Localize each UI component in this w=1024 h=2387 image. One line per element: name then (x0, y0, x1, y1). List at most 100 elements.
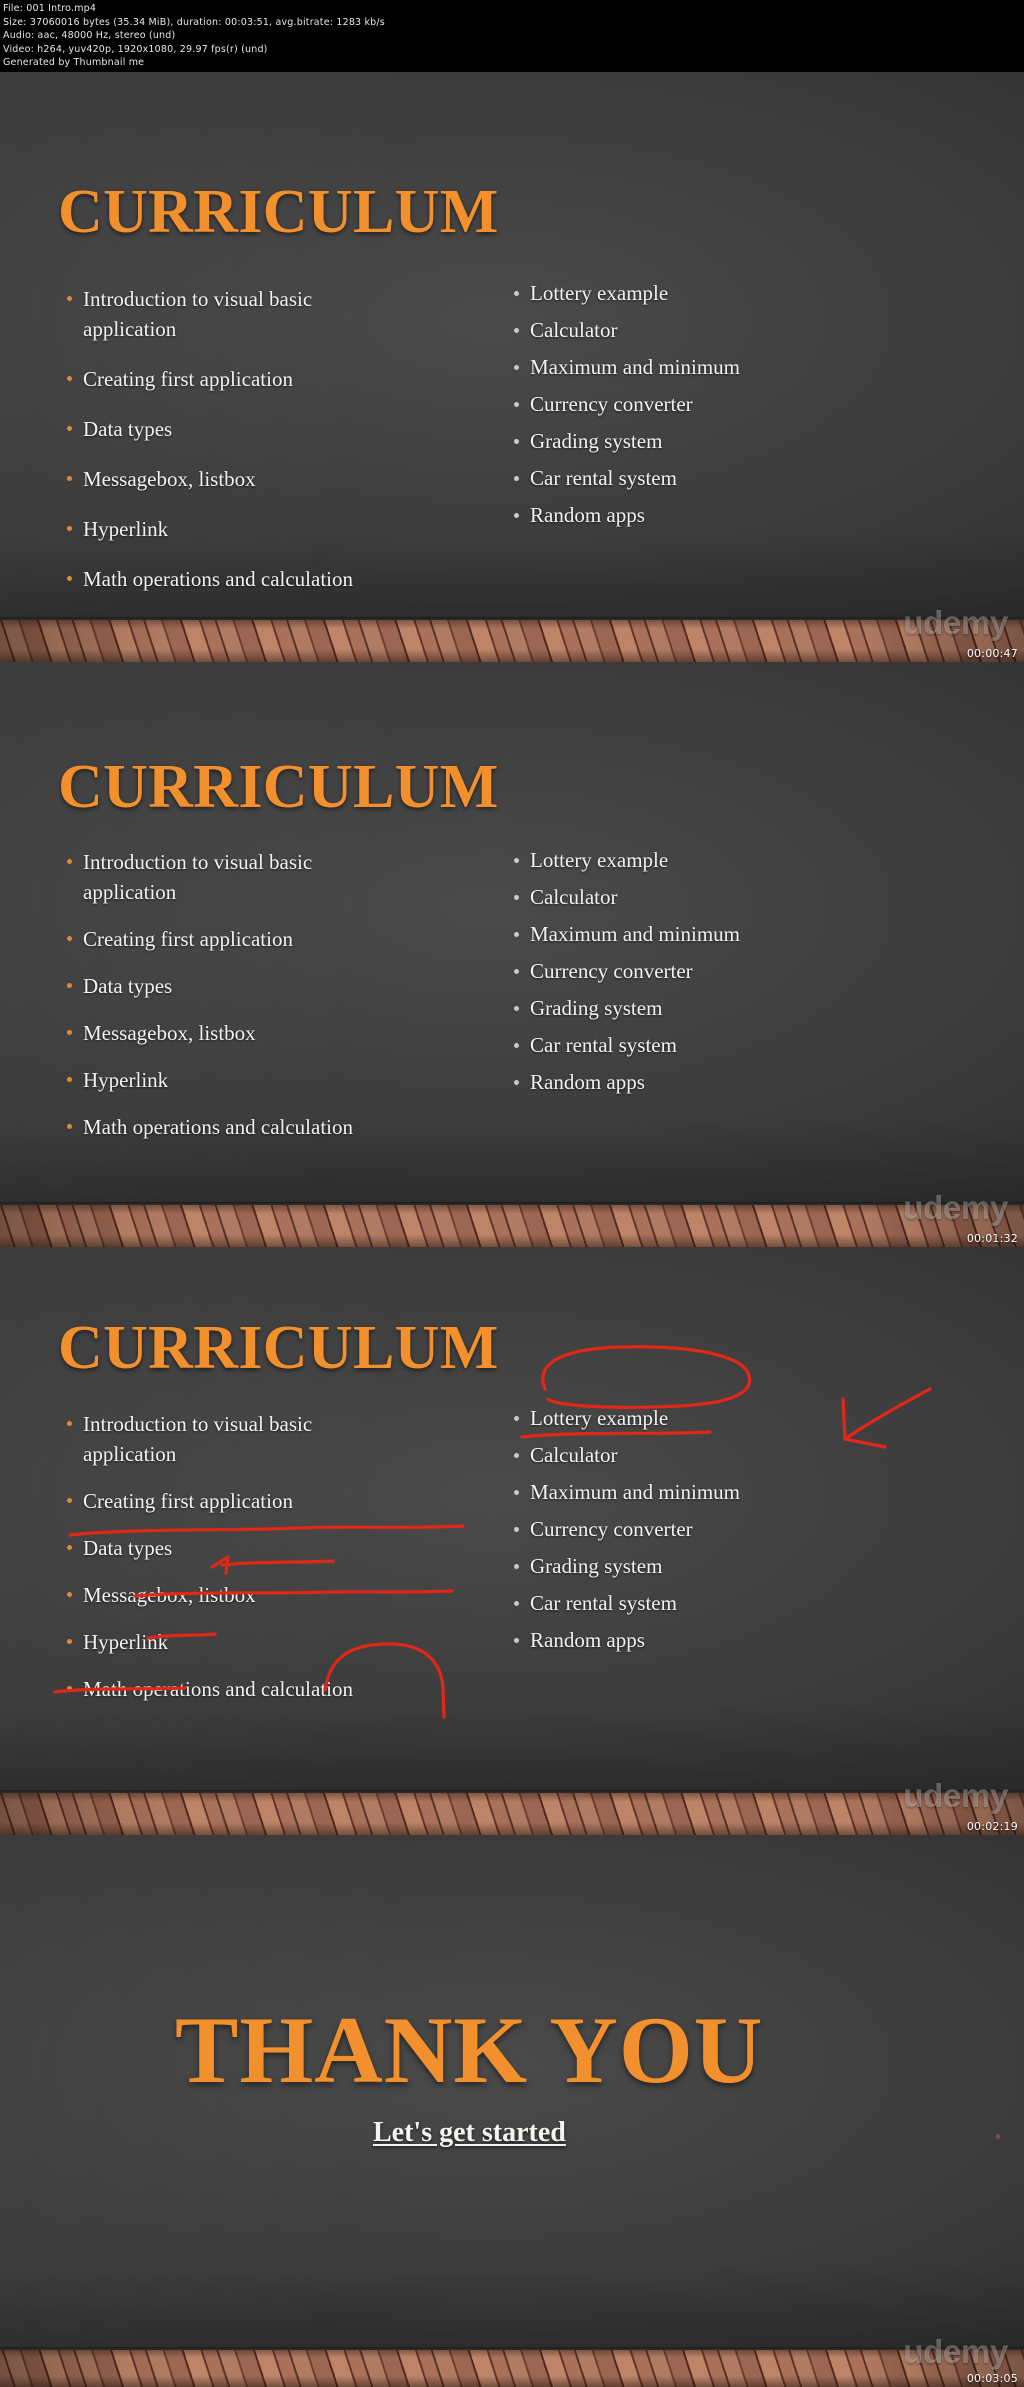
list-item-label: Lottery example (530, 281, 669, 305)
curriculum-right-column: Lottery example Calculator Maximum and m… (512, 1405, 932, 1654)
bullet-dot-icon (514, 328, 519, 333)
list-item-label: Random apps (530, 1628, 645, 1652)
curriculum-left-column: Introduction to visual basic application… (65, 847, 465, 1142)
metadata-line-size: Size: 37060016 bytes (35.34 MiB), durati… (3, 16, 385, 28)
timestamp-badge: 00:00:47 (966, 647, 1018, 660)
list-item-label: Car rental system (530, 1033, 677, 1057)
list-item-label: Math operations and calculation (83, 1677, 353, 1701)
video-metadata-header: File: 001 Intro.mp4 Size: 37060016 bytes… (0, 0, 1024, 72)
bullet-dot-icon (514, 476, 519, 481)
curriculum-left-column: Introduction to visual basic application… (65, 284, 465, 594)
thumbnail-sheet: File: 001 Intro.mp4 Size: 37060016 bytes… (0, 0, 1024, 2387)
list-item: Messagebox, listbox (65, 1018, 465, 1048)
list-item: Creating first application (65, 364, 465, 394)
list-item: Random apps (512, 1627, 932, 1654)
bullet-dot-icon (514, 1006, 519, 1011)
list-item-label: Car rental system (530, 1591, 677, 1615)
metadata-line-audio: Audio: aac, 48000 Hz, stereo (und) (3, 30, 176, 42)
bullet-dot-icon (67, 526, 72, 531)
list-item: Calculator (512, 317, 932, 344)
list-item: Messagebox, listbox (65, 464, 465, 494)
bullet-dot-icon (514, 1601, 519, 1606)
list-item-label: Lottery example (530, 848, 669, 872)
bullet-dot-icon (514, 1564, 519, 1569)
wood-floor-strip (0, 1202, 1024, 1247)
list-item: Hyperlink (65, 514, 465, 544)
bullet-dot-icon (67, 1421, 72, 1426)
slide-thumbnail-2[interactable]: CURRICULUM Introduction to visual basic … (0, 662, 1024, 1247)
list-item-label: Maximum and minimum (530, 1480, 740, 1504)
list-item: Maximum and minimum (512, 1479, 932, 1506)
list-item-label: Messagebox, listbox (83, 467, 256, 491)
list-item: Data types (65, 414, 465, 444)
bullet-dot-icon (67, 1124, 72, 1129)
metadata-line-video: Video: h264, yuv420p, 1920x1080, 29.97 f… (3, 43, 268, 55)
list-item-label: Calculator (530, 1443, 618, 1467)
list-item: Grading system (512, 1553, 932, 1580)
list-item-label: Messagebox, listbox (83, 1021, 256, 1045)
bullet-dot-icon (514, 1453, 519, 1458)
list-item-label: Currency converter (530, 1517, 693, 1541)
list-item: Hyperlink (65, 1627, 465, 1657)
list-item: Introduction to visual basic application (65, 284, 405, 344)
list-item-label: Introduction to visual basic application (83, 850, 313, 904)
wood-floor-strip (0, 2347, 1024, 2387)
list-item: Lottery example (512, 847, 932, 874)
wood-floor-strip (0, 617, 1024, 662)
bullet-dot-icon (514, 969, 519, 974)
slide-thumbnail-3[interactable]: CURRICULUM Introduction to visual basic … (0, 1247, 1024, 1835)
list-item-label: Creating first application (83, 1489, 293, 1513)
bullet-dot-icon (67, 936, 72, 941)
bullet-dot-icon (67, 1077, 72, 1082)
bullet-dot-icon (67, 296, 72, 301)
list-item: Introduction to visual basic application (65, 847, 405, 907)
udemy-watermark: udemy (903, 1777, 1008, 1814)
bullet-dot-icon (514, 1043, 519, 1048)
bullet-dot-icon (67, 476, 72, 481)
floor-edge (0, 2347, 1024, 2350)
udemy-watermark: udemy (903, 604, 1008, 641)
slide-title: CURRICULUM (58, 1314, 499, 1382)
list-item: Creating first application (65, 924, 465, 954)
list-item: Random apps (512, 1069, 932, 1096)
list-item: Math operations and calculation (65, 1112, 465, 1142)
list-item-label: Currency converter (530, 392, 693, 416)
bullet-dot-icon (514, 1490, 519, 1495)
list-item-label: Introduction to visual basic application (83, 287, 313, 341)
bullet-dot-icon (514, 1527, 519, 1532)
list-item: Math operations and calculation (65, 1674, 465, 1704)
list-item: Currency converter (512, 1516, 932, 1543)
thank-you-subtitle: Let's get started (373, 2117, 566, 2148)
bullet-dot-icon (514, 1080, 519, 1085)
list-item-label: Hyperlink (83, 1630, 169, 1654)
slide-background (0, 1835, 1024, 2387)
list-item: Car rental system (512, 1590, 932, 1617)
list-item-label: Hyperlink (83, 1068, 169, 1092)
udemy-watermark: udemy (903, 1189, 1008, 1226)
list-item-label: Grading system (530, 429, 663, 453)
list-item-label: Math operations and calculation (83, 1115, 353, 1139)
thank-you-title: THANK YOU (175, 1997, 764, 2103)
slide-thumbnail-4[interactable]: THANK YOU Let's get started udemy 00:03:… (0, 1835, 1024, 2387)
list-item: Grading system (512, 995, 932, 1022)
list-item-label: Messagebox, listbox (83, 1583, 256, 1607)
bullet-dot-icon (67, 1030, 72, 1035)
list-item-label: Creating first application (83, 367, 293, 391)
bullet-dot-icon (514, 402, 519, 407)
list-item-label: Maximum and minimum (530, 922, 740, 946)
floor-edge (0, 1790, 1024, 1793)
slide-thumbnail-1[interactable]: CURRICULUM Introduction to visual basic … (0, 72, 1024, 662)
list-item-label: Data types (83, 417, 173, 441)
bullet-dot-icon (514, 365, 519, 370)
list-item-label: Data types (83, 974, 173, 998)
bullet-dot-icon (514, 439, 519, 444)
list-item-label: Grading system (530, 1554, 663, 1578)
list-item: Maximum and minimum (512, 921, 932, 948)
floor-edge (0, 617, 1024, 620)
list-item: Calculator (512, 1442, 932, 1469)
curriculum-right-column: Lottery example Calculator Maximum and m… (512, 847, 932, 1096)
curriculum-right-column: Lottery example Calculator Maximum and m… (512, 280, 932, 529)
list-item-label: Creating first application (83, 927, 293, 951)
list-item-label: Hyperlink (83, 517, 169, 541)
bullet-dot-icon (67, 1545, 72, 1550)
